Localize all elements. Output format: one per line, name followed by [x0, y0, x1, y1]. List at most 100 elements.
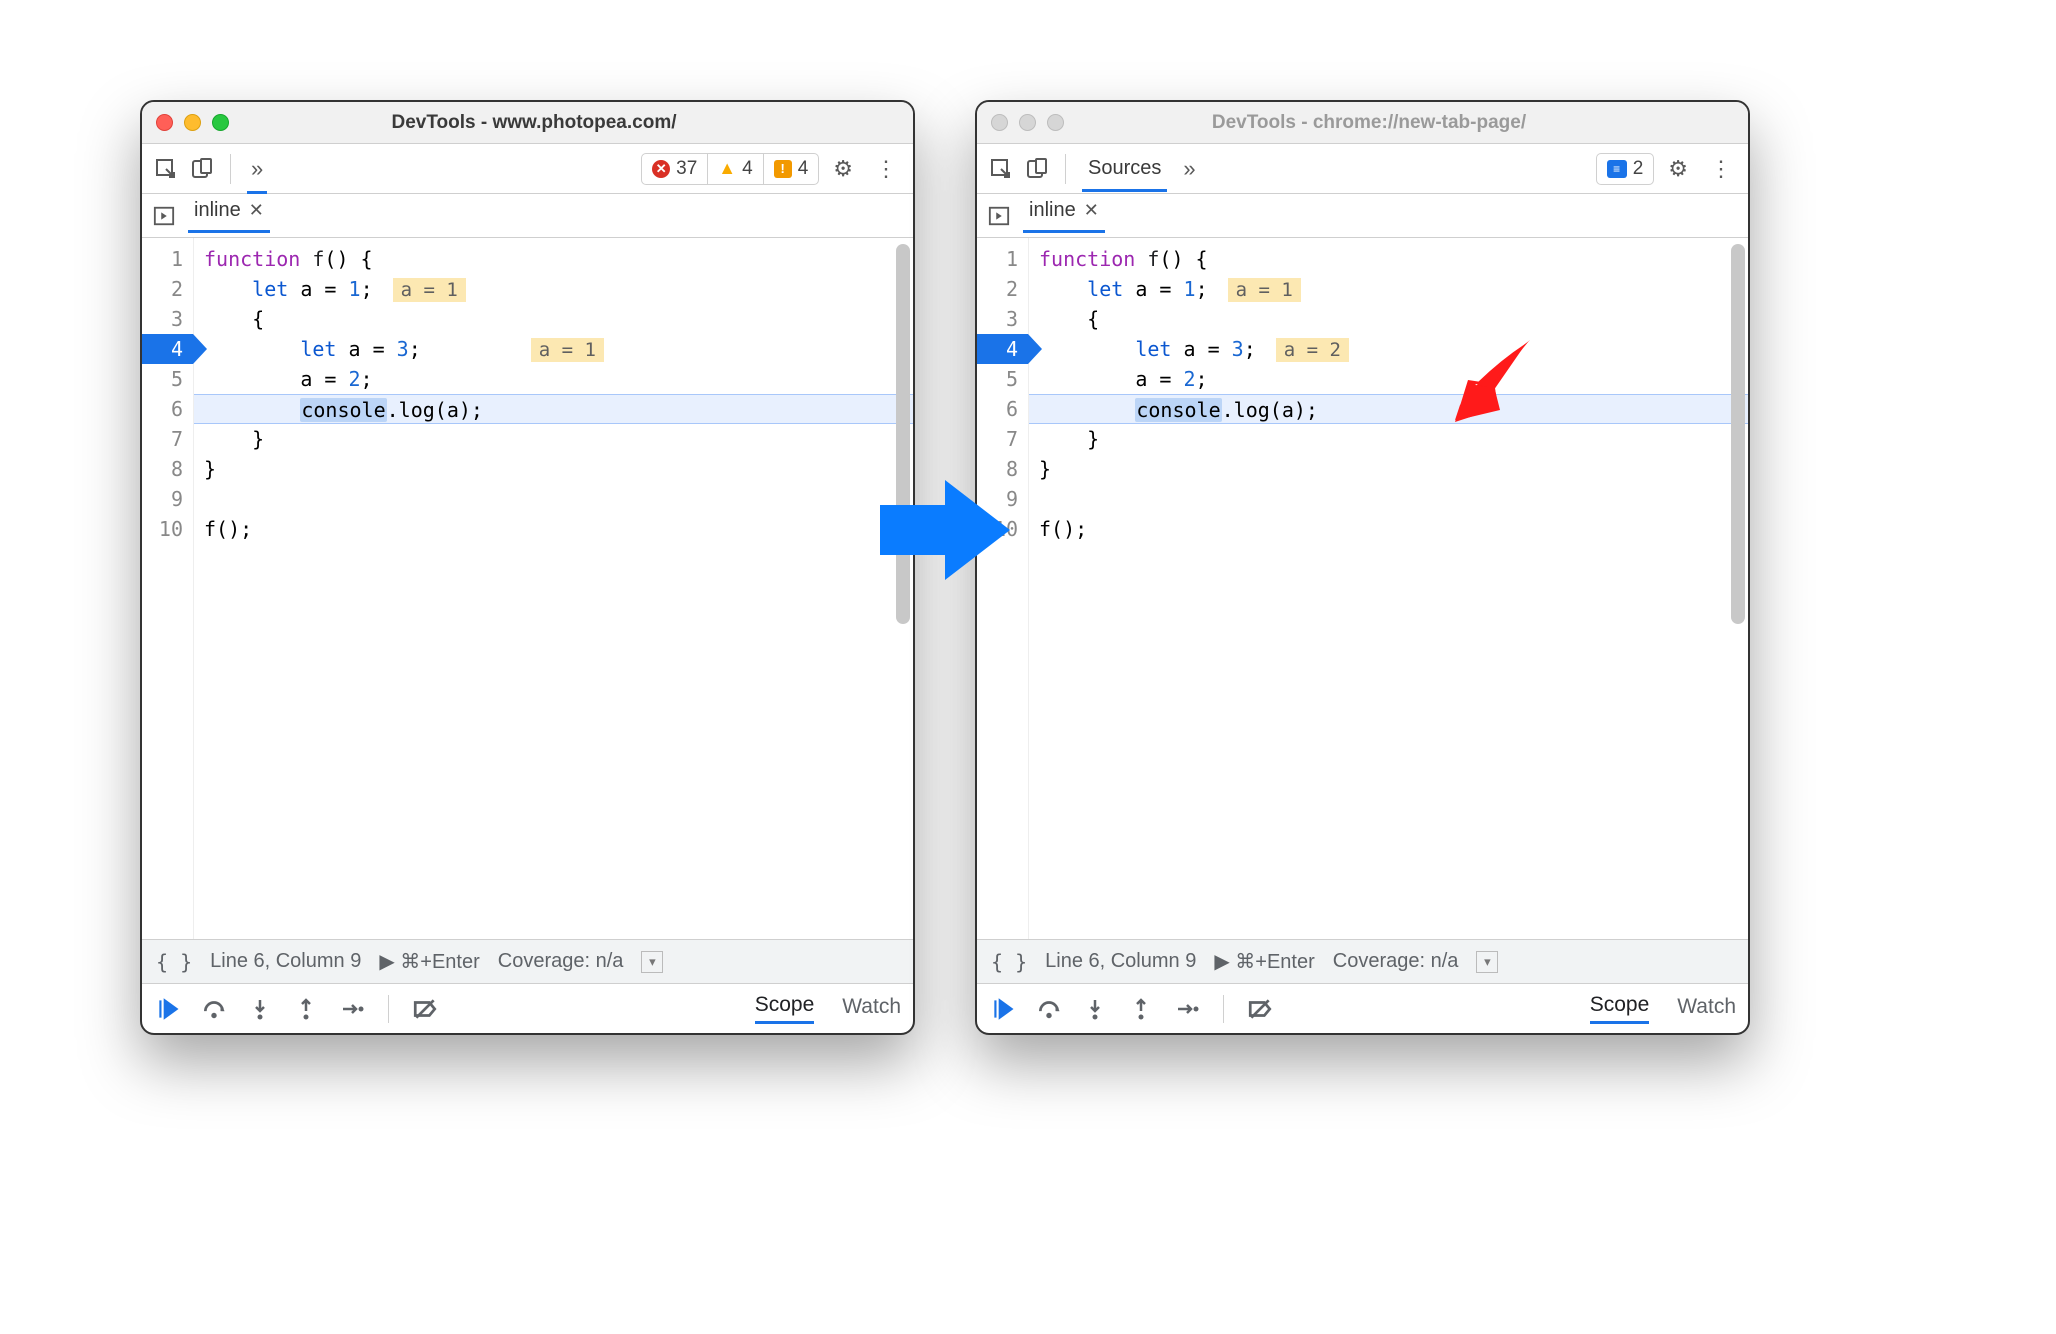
debugger-toolbar: Scope Watch	[977, 983, 1748, 1033]
titlebar: DevTools - chrome://new-tab-page/	[977, 102, 1748, 144]
console-badges[interactable]: ✕37 ▲4 !4	[641, 153, 819, 185]
minimize-window-button[interactable]	[184, 114, 201, 131]
editor-statusbar: { } Line 6, Column 9 ▶ ⌘+Enter Coverage:…	[977, 939, 1748, 983]
editor-statusbar: { } Line 6, Column 9 ▶ ⌘+Enter Coverage:…	[142, 939, 913, 983]
cursor-position: Line 6, Column 9	[210, 950, 361, 973]
main-toolbar: » ✕37 ▲4 !4 ⚙ ⋮	[142, 144, 913, 194]
gutter-line: 3	[977, 304, 1028, 334]
statusbar-dropdown-icon[interactable]: ▾	[641, 951, 663, 973]
step-into-icon[interactable]	[246, 995, 274, 1023]
toolbar-separator	[230, 154, 231, 184]
more-menu-icon[interactable]: ⋮	[867, 156, 903, 182]
gutter-line: 9	[142, 484, 193, 514]
issues-badge[interactable]: !4	[763, 154, 819, 184]
errors-badge[interactable]: ✕37	[642, 154, 707, 184]
navigator-toggle-icon[interactable]	[150, 202, 178, 230]
scope-tab[interactable]: Scope	[755, 993, 815, 1024]
main-toolbar: Sources » ≡2 ⚙ ⋮	[977, 144, 1748, 194]
gutter-line: 7	[977, 424, 1028, 454]
transition-arrow-icon	[870, 470, 1020, 595]
gutter-line: 8	[142, 454, 193, 484]
file-tab-inline[interactable]: inline ✕	[1023, 199, 1105, 233]
warnings-badge[interactable]: ▲4	[707, 154, 762, 184]
line-gutter: 1 2 3 4 5 6 7 8 9 10	[142, 238, 194, 939]
more-menu-icon[interactable]: ⋮	[1702, 156, 1738, 182]
navigator-toggle-icon[interactable]	[985, 202, 1013, 230]
coverage-label[interactable]: Coverage: n/a	[498, 950, 624, 973]
window-title: DevTools - chrome://new-tab-page/	[1074, 112, 1664, 134]
deactivate-breakpoints-icon[interactable]	[1246, 995, 1274, 1023]
gutter-line: 6	[142, 394, 193, 424]
deactivate-breakpoints-icon[interactable]	[411, 995, 439, 1023]
scope-tab[interactable]: Scope	[1590, 993, 1650, 1024]
step-into-icon[interactable]	[1081, 995, 1109, 1023]
gutter-line: 3	[142, 304, 193, 334]
run-snippet-hint[interactable]: ▶ ⌘+Enter	[379, 949, 479, 974]
console-badges[interactable]: ≡2	[1596, 153, 1655, 185]
close-tab-icon[interactable]: ✕	[1084, 200, 1099, 221]
run-snippet-hint[interactable]: ▶ ⌘+Enter	[1214, 949, 1314, 974]
titlebar: DevTools - www.photopea.com/	[142, 102, 913, 144]
inspect-icon[interactable]	[987, 155, 1015, 183]
cursor-position: Line 6, Column 9	[1045, 950, 1196, 973]
sources-tab[interactable]: Sources	[1080, 157, 1169, 180]
file-tabbar: inline ✕	[977, 194, 1748, 238]
tabs-overflow-button[interactable]: »	[245, 156, 269, 182]
gutter-line: 5	[142, 364, 193, 394]
code-area[interactable]: function f() { let a = 1;a = 1 { let a =…	[1029, 238, 1748, 939]
step-out-icon[interactable]	[292, 995, 320, 1023]
step-icon[interactable]	[338, 995, 366, 1023]
file-tab-inline[interactable]: inline ✕	[188, 199, 270, 233]
devtools-window-right: DevTools - chrome://new-tab-page/ Source…	[975, 100, 1750, 1035]
close-window-button[interactable]	[156, 114, 173, 131]
traffic-lights	[156, 114, 229, 131]
devtools-window-left: DevTools - www.photopea.com/ » ✕37 ▲4 !4…	[140, 100, 915, 1035]
watch-tab[interactable]: Watch	[1677, 995, 1736, 1023]
gutter-line: 6	[977, 394, 1028, 424]
resume-icon[interactable]	[154, 995, 182, 1023]
gutter-line-execution: 4	[142, 334, 193, 364]
settings-gear-icon[interactable]: ⚙	[1662, 156, 1694, 182]
gutter-line: 2	[977, 274, 1028, 304]
messages-badge[interactable]: ≡2	[1597, 154, 1654, 184]
close-window-button[interactable]	[991, 114, 1008, 131]
debugger-toolbar: Scope Watch	[142, 983, 913, 1033]
code-area[interactable]: function f() { let a = 1;a = 1 { let a =…	[194, 238, 913, 939]
gutter-line: 10	[142, 514, 193, 544]
coverage-label[interactable]: Coverage: n/a	[1333, 950, 1459, 973]
inspect-icon[interactable]	[152, 155, 180, 183]
inline-value-hint: a = 1	[393, 278, 466, 302]
minimize-window-button[interactable]	[1019, 114, 1036, 131]
statusbar-dropdown-icon[interactable]: ▾	[1476, 951, 1498, 973]
pretty-print-icon[interactable]: { }	[156, 950, 192, 974]
gutter-line: 1	[142, 244, 193, 274]
settings-gear-icon[interactable]: ⚙	[827, 156, 859, 182]
watch-tab[interactable]: Watch	[842, 995, 901, 1023]
inline-value-hint: a = 1	[1228, 278, 1301, 302]
file-tabbar: inline ✕	[142, 194, 913, 238]
step-out-icon[interactable]	[1127, 995, 1155, 1023]
code-editor[interactable]: 1 2 3 4 5 6 7 8 9 10 function f() { let …	[977, 238, 1748, 939]
zoom-window-button[interactable]	[1047, 114, 1064, 131]
tabs-overflow-button[interactable]: »	[1177, 156, 1201, 182]
inline-value-hint: a = 2	[1276, 338, 1349, 362]
step-over-icon[interactable]	[200, 995, 228, 1023]
gutter-line-execution: 4	[977, 334, 1028, 364]
gutter-line: 2	[142, 274, 193, 304]
gutter-line: 7	[142, 424, 193, 454]
annotation-arrow-icon	[1440, 330, 1540, 435]
zoom-window-button[interactable]	[212, 114, 229, 131]
close-tab-icon[interactable]: ✕	[249, 200, 264, 221]
scrollbar-thumb[interactable]	[1731, 244, 1745, 624]
resume-icon[interactable]	[989, 995, 1017, 1023]
window-title: DevTools - www.photopea.com/	[239, 112, 829, 134]
gutter-line: 1	[977, 244, 1028, 274]
inline-value-hint: a = 1	[531, 338, 604, 362]
step-over-icon[interactable]	[1035, 995, 1063, 1023]
pretty-print-icon[interactable]: { }	[991, 950, 1027, 974]
code-editor[interactable]: 1 2 3 4 5 6 7 8 9 10 function f() { let …	[142, 238, 913, 939]
device-toggle-icon[interactable]	[188, 155, 216, 183]
device-toggle-icon[interactable]	[1023, 155, 1051, 183]
traffic-lights	[991, 114, 1064, 131]
step-icon[interactable]	[1173, 995, 1201, 1023]
